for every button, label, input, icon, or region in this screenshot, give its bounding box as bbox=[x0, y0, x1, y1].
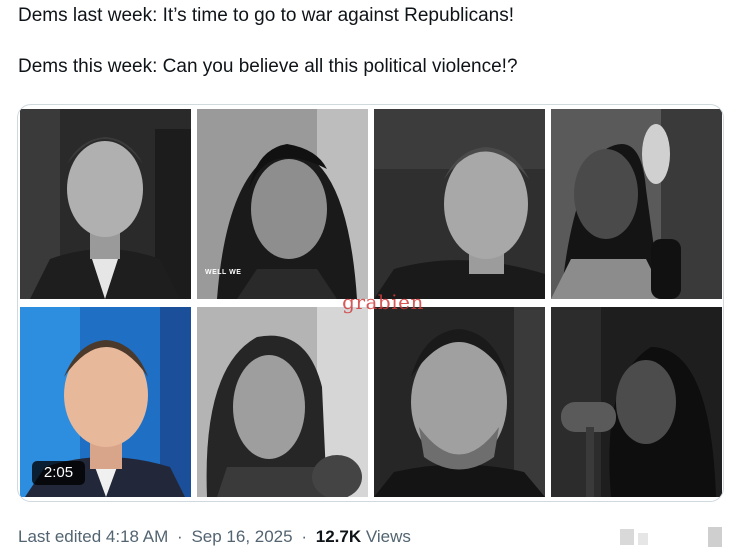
video-duration-badge: 2:05 bbox=[32, 461, 85, 485]
post-text-line-2: Dems this week: Can you believe all this… bbox=[18, 56, 518, 77]
video-frame-man-beard bbox=[374, 307, 545, 497]
views-label: Views bbox=[365, 527, 411, 546]
video-watermark: grabien bbox=[342, 290, 424, 314]
edited-label[interactable]: Last edited bbox=[18, 527, 101, 546]
video-player[interactable]: WELL WE grabien bbox=[17, 104, 724, 502]
post-text: Dems last week: It’s time to go to war a… bbox=[18, 4, 718, 79]
video-frame-woman-podcast bbox=[551, 307, 722, 497]
video-frame-man-suit-dark bbox=[20, 109, 191, 299]
post-date[interactable]: Sep 16, 2025 bbox=[191, 527, 292, 546]
overlay-badge-icon bbox=[612, 525, 724, 549]
video-frame-woman-dark-hair: WELL WE bbox=[197, 109, 368, 299]
post-text-line-1: Dems last week: It’s time to go to war a… bbox=[18, 5, 514, 26]
views-count: 12.7K bbox=[315, 527, 362, 546]
post-time[interactable]: 4:18 AM bbox=[106, 527, 168, 546]
video-frame-woman-microphone bbox=[551, 109, 722, 299]
video-frame-caption: WELL WE bbox=[205, 269, 242, 276]
video-frame-woman-crowd bbox=[197, 307, 368, 497]
meta-separator: · bbox=[301, 527, 307, 546]
video-frame-older-man bbox=[374, 109, 545, 299]
post-meta: Last edited 4:18 AM · Sep 16, 2025 · 12.… bbox=[18, 526, 411, 548]
meta-separator: · bbox=[177, 527, 183, 546]
